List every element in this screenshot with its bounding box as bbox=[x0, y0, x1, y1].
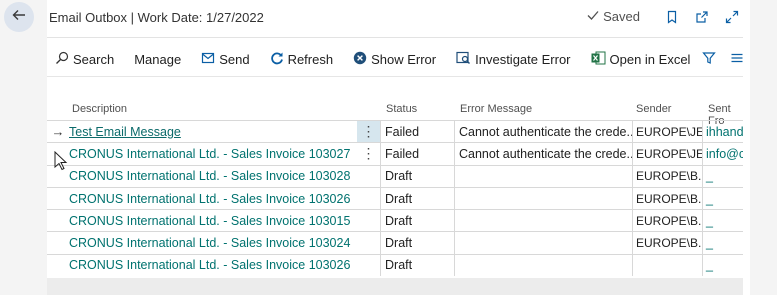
header-divider bbox=[47, 37, 743, 38]
email-outbox-grid: Description Status Error Message Sender … bbox=[47, 96, 743, 277]
arrow-left-icon bbox=[11, 7, 27, 28]
error-x-icon bbox=[353, 51, 367, 68]
refresh-icon bbox=[270, 51, 284, 68]
error-message-cell[interactable]: Cannot authenticate the crede... bbox=[454, 121, 632, 143]
bookmark-icon[interactable] bbox=[664, 9, 680, 25]
excel-icon bbox=[591, 51, 606, 68]
sent-from-cell[interactable]: _ bbox=[702, 165, 743, 187]
status-cell[interactable]: Draft bbox=[380, 165, 454, 187]
status-cell[interactable]: Draft bbox=[380, 232, 454, 254]
sender-cell[interactable]: EUROPE\B... bbox=[632, 187, 702, 210]
row-menu-slot bbox=[357, 210, 380, 231]
status-cell[interactable]: Draft bbox=[380, 187, 454, 210]
search-label: Search bbox=[73, 51, 115, 67]
table-row[interactable]: CRONUS International Ltd. - Sales Invoic… bbox=[47, 164, 743, 187]
row-menu-slot bbox=[357, 166, 380, 187]
sender-cell[interactable]: EUROPE\B... bbox=[632, 210, 702, 232]
show-error-label: Show Error bbox=[371, 51, 437, 67]
refresh-label: Refresh bbox=[287, 51, 334, 67]
sender-cell[interactable]: EUROPE\JE... bbox=[632, 121, 702, 143]
error-message-cell[interactable]: Cannot authenticate the crede... bbox=[454, 143, 632, 165]
expand-icon[interactable] bbox=[724, 9, 740, 25]
page-header: Email Outbox | Work Date: 1/27/2022 Save… bbox=[47, 0, 750, 36]
saved-indicator: Saved bbox=[586, 8, 640, 25]
ellipsis-vertical-icon[interactable]: ⋮ bbox=[357, 121, 380, 143]
ellipsis-vertical-icon[interactable]: ⋮ bbox=[357, 143, 380, 164]
horizontal-scrollbar[interactable] bbox=[47, 278, 743, 295]
column-header-error-message[interactable]: Error Message bbox=[460, 103, 532, 115]
description-cell[interactable]: CRONUS International Ltd. - Sales Invoic… bbox=[69, 143, 357, 164]
mouse-pointer-icon bbox=[54, 150, 68, 176]
row-menu-slot bbox=[357, 255, 380, 276]
row-selector[interactable] bbox=[47, 210, 69, 231]
description-cell[interactable]: CRONUS International Ltd. - Sales Invoic… bbox=[69, 210, 357, 231]
sender-cell[interactable]: EUROPE\B... bbox=[632, 232, 702, 254]
status-cell[interactable]: Failed bbox=[380, 143, 454, 165]
status-cell[interactable]: Draft bbox=[380, 210, 454, 232]
table-row[interactable]: CRONUS International Ltd. - Sales Invoic… bbox=[47, 209, 743, 232]
column-header-status[interactable]: Status bbox=[386, 103, 417, 115]
row-selector[interactable] bbox=[47, 255, 69, 276]
sent-from-cell[interactable]: _ bbox=[702, 187, 743, 210]
column-header-description[interactable]: Description bbox=[72, 103, 127, 115]
status-cell[interactable]: Failed bbox=[380, 121, 454, 143]
investigate-error-label: Investigate Error bbox=[475, 51, 571, 67]
manage-label: Manage bbox=[134, 51, 182, 67]
table-row[interactable]: CRONUS International Ltd. - Sales Invoic… bbox=[47, 253, 743, 277]
table-row[interactable]: CRONUS International Ltd. - Sales Invoic… bbox=[47, 186, 743, 210]
open-in-excel-label: Open in Excel bbox=[609, 51, 691, 67]
error-message-cell[interactable] bbox=[454, 254, 632, 277]
sent-from-cell[interactable]: _ bbox=[702, 232, 743, 254]
error-message-cell[interactable] bbox=[454, 187, 632, 210]
table-row[interactable]: CRONUS International Ltd. - Sales Invoic… bbox=[47, 231, 743, 254]
sender-cell[interactable]: EUROPE\JE... bbox=[632, 143, 702, 165]
send-icon bbox=[201, 51, 215, 68]
description-cell[interactable]: CRONUS International Ltd. - Sales Invoic… bbox=[69, 232, 357, 253]
sent-from-cell[interactable]: _ bbox=[702, 254, 743, 277]
table-row[interactable]: → Test Email Message ⋮ Failed Cannot aut… bbox=[47, 120, 743, 143]
filter-icon[interactable] bbox=[702, 51, 716, 68]
sender-cell[interactable] bbox=[632, 254, 702, 277]
error-message-cell[interactable] bbox=[454, 165, 632, 187]
toolbar-divider bbox=[47, 76, 743, 77]
error-message-cell[interactable] bbox=[454, 210, 632, 232]
description-cell[interactable]: CRONUS International Ltd. - Sales Invoic… bbox=[69, 255, 357, 276]
open-in-excel-button[interactable]: Open in Excel bbox=[581, 44, 701, 74]
grid-header: Description Status Error Message Sender … bbox=[47, 96, 743, 127]
sender-cell[interactable]: EUROPE\B... bbox=[632, 165, 702, 187]
send-button[interactable]: Send bbox=[191, 44, 259, 74]
check-icon bbox=[586, 8, 600, 25]
manage-button[interactable]: Manage bbox=[124, 44, 191, 74]
sent-from-cell[interactable]: info@c bbox=[702, 143, 743, 165]
page-title: Email Outbox | Work Date: 1/27/2022 bbox=[49, 10, 264, 25]
table-row[interactable]: CRONUS International Ltd. - Sales Invoic… bbox=[47, 142, 743, 165]
investigate-icon bbox=[456, 51, 471, 68]
saved-label: Saved bbox=[603, 9, 640, 24]
error-message-cell[interactable] bbox=[454, 232, 632, 254]
row-menu-slot bbox=[357, 232, 380, 253]
description-cell[interactable]: Test Email Message bbox=[69, 121, 357, 142]
sent-from-cell[interactable]: _ bbox=[702, 210, 743, 232]
send-label: Send bbox=[219, 51, 250, 67]
list-icon[interactable] bbox=[730, 51, 744, 68]
refresh-button[interactable]: Refresh bbox=[260, 44, 344, 74]
row-selector[interactable] bbox=[47, 188, 69, 209]
search-icon bbox=[55, 51, 69, 68]
open-new-window-icon[interactable] bbox=[694, 9, 710, 25]
search-button[interactable]: Search bbox=[47, 44, 124, 74]
show-error-button[interactable]: Show Error bbox=[343, 44, 446, 74]
row-arrow-icon: → bbox=[51, 124, 65, 140]
status-cell[interactable]: Draft bbox=[380, 254, 454, 277]
column-header-sender[interactable]: Sender bbox=[636, 103, 671, 115]
action-bar: Search Manage Send Refresh Show Error In… bbox=[47, 44, 750, 74]
back-button[interactable] bbox=[4, 2, 34, 32]
description-cell[interactable]: CRONUS International Ltd. - Sales Invoic… bbox=[69, 166, 357, 187]
investigate-error-button[interactable]: Investigate Error bbox=[446, 44, 580, 74]
row-selector[interactable] bbox=[47, 232, 69, 253]
sent-from-cell[interactable]: ihhands bbox=[702, 121, 743, 143]
row-menu-slot bbox=[357, 188, 380, 209]
description-cell[interactable]: CRONUS International Ltd. - Sales Invoic… bbox=[69, 188, 357, 209]
